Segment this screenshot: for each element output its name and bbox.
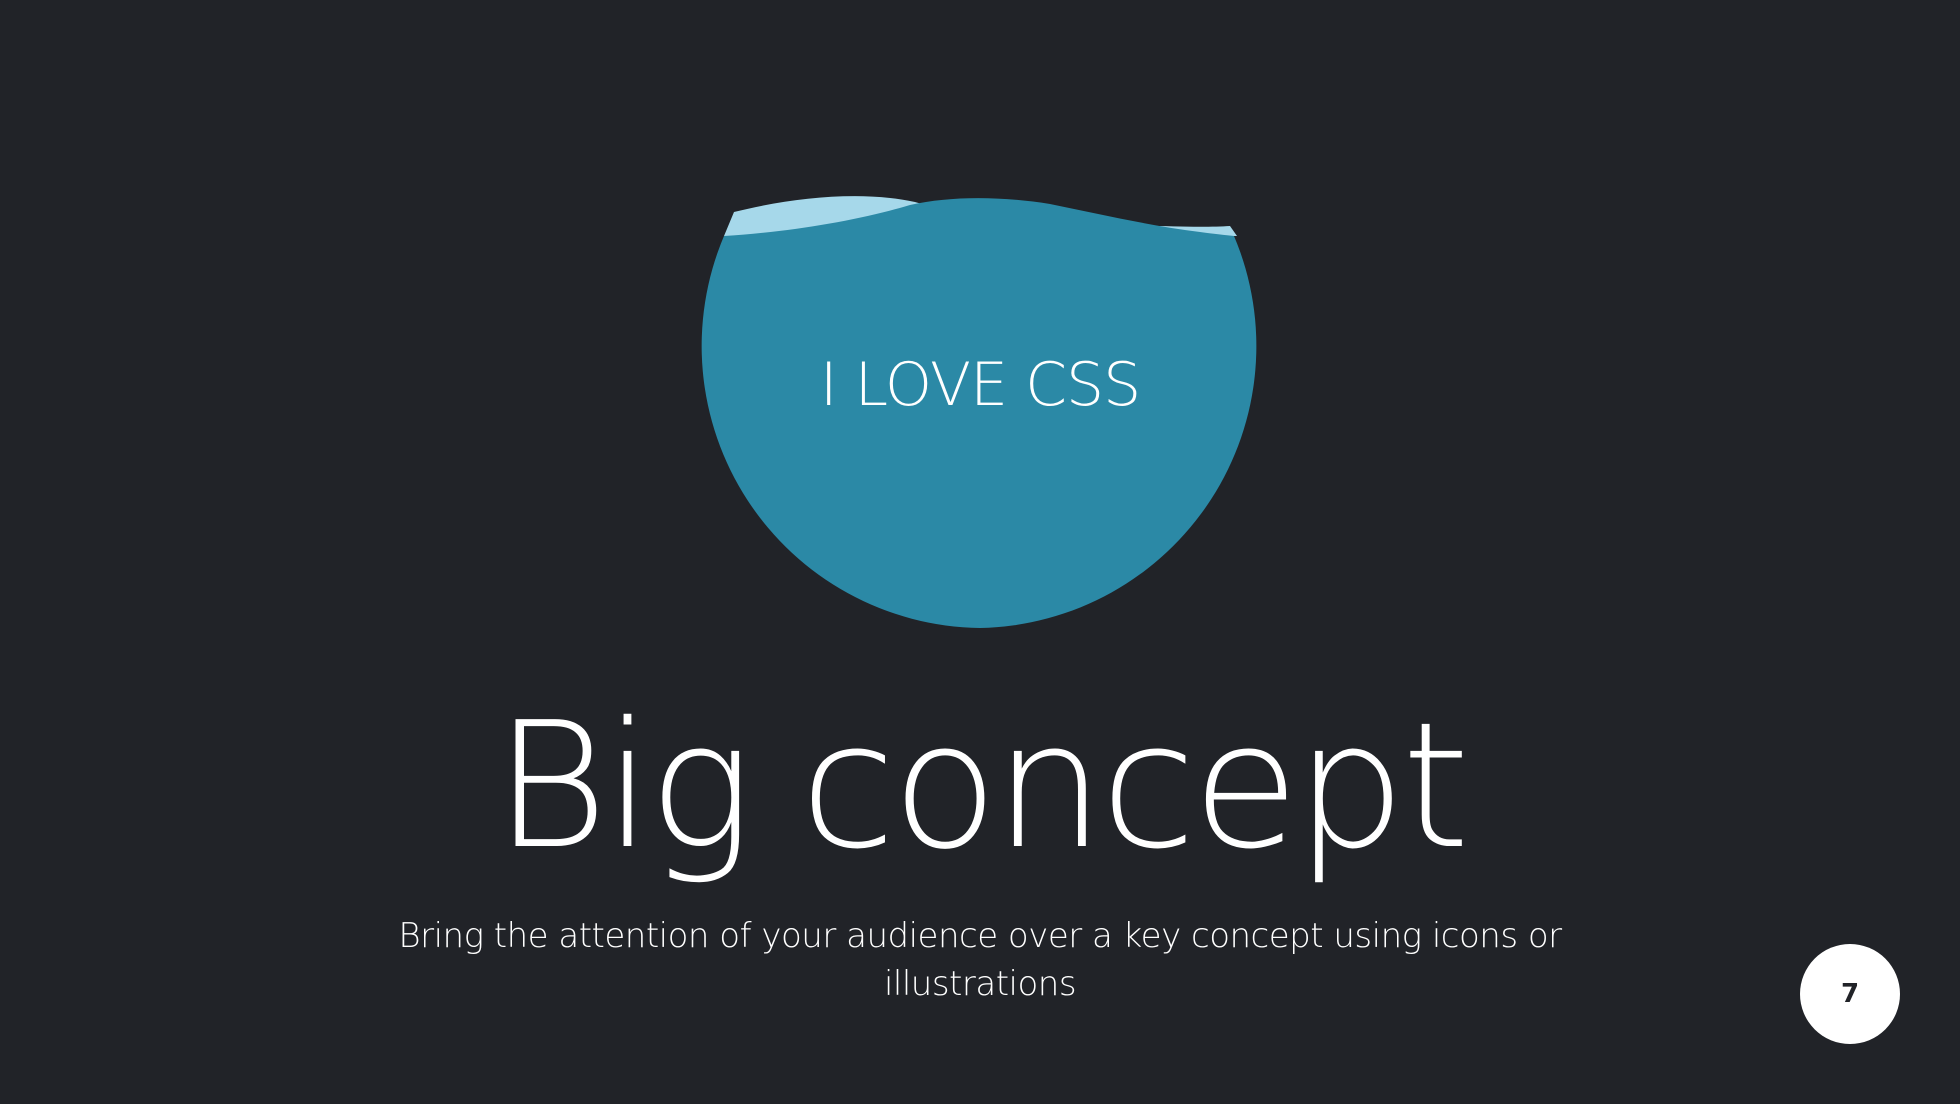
page-number: 7 [1840, 979, 1860, 1009]
slide-title: Big concept [494, 685, 1470, 888]
page-number-badge: 7 [1800, 944, 1900, 1044]
circle-label: I LOVE CSS [819, 350, 1141, 420]
slide: I LOVE CSS Big concept Bring the attenti… [0, 0, 1960, 1104]
slide-subtitle: Bring the attention of your audience ove… [398, 916, 1562, 1004]
water-bowl-illustration [701, 196, 1257, 628]
